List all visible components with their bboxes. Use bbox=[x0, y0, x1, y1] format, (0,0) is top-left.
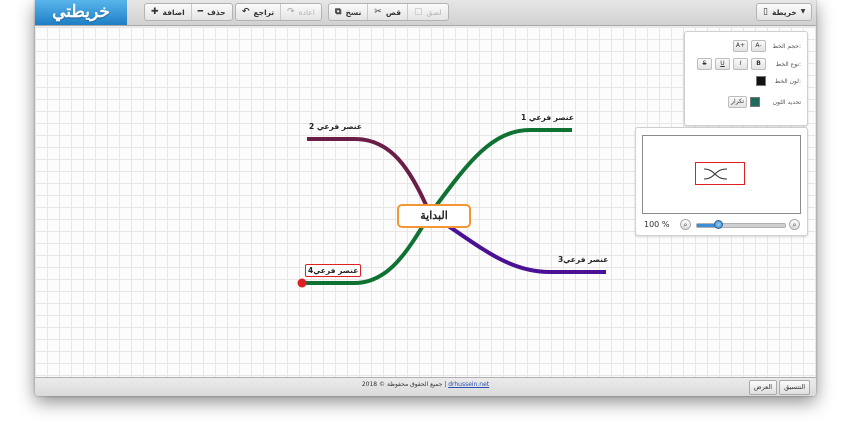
copyright: 2018 © جميع الحقوق محفوظة | drhussein.ne… bbox=[35, 381, 816, 388]
zoom-controls: 100 % ⌕ ⌕ bbox=[644, 219, 800, 231]
app-logo: خريطتي bbox=[35, 0, 127, 25]
edit-group-add-delete: ✚ اضافة ━ حذف bbox=[144, 3, 233, 21]
font-style-row: S U I B نوع الخط: bbox=[697, 58, 801, 70]
app-window: خريطتي ✚ اضافة ━ حذف ↶ تراجع ↷ اعادة ⧉ ن… bbox=[35, 0, 816, 396]
format-panel: A+ A- حجم الخط: S U I B نوع الخط: لون ال… bbox=[684, 31, 808, 126]
redo-icon: ↷ bbox=[287, 6, 295, 17]
branch-node-1[interactable]: عنصر فرعي 1 bbox=[521, 113, 574, 122]
undo-button[interactable]: ↶ تراجع bbox=[236, 4, 282, 20]
font-size-increase-button[interactable]: A+ bbox=[732, 40, 748, 52]
site-link[interactable]: drhussein.net bbox=[448, 381, 489, 388]
branch-node-3[interactable]: عنصر فرعي3 bbox=[558, 255, 608, 264]
copyright-text: 2018 © جميع الحقوق محفوظة | bbox=[361, 381, 447, 388]
delete-button[interactable]: ━ حذف bbox=[192, 4, 232, 20]
navigator-panel: 100 % ⌕ ⌕ bbox=[635, 127, 808, 236]
footer-buttons: العرض التنسيق bbox=[748, 380, 810, 395]
cut-button[interactable]: ✂ قص bbox=[368, 4, 408, 20]
paste-icon: ▢ bbox=[414, 6, 423, 17]
add-button[interactable]: ✚ اضافة bbox=[145, 4, 192, 20]
branch-color-swatch[interactable] bbox=[750, 97, 760, 107]
scissors-icon: ✂ bbox=[374, 6, 382, 17]
color-select-row: تكرار تحديد اللون bbox=[728, 96, 801, 108]
central-topic[interactable]: البداية bbox=[397, 204, 471, 228]
redo-button[interactable]: ↷ اعادة bbox=[281, 4, 321, 20]
copy-button[interactable]: ⧉ نسخ bbox=[329, 4, 369, 20]
view-button[interactable]: العرض bbox=[748, 380, 778, 395]
font-color-swatch[interactable] bbox=[756, 76, 766, 86]
branch-line-2 bbox=[307, 137, 432, 215]
mindmap-canvas[interactable]: البداية عنصر فرعي 1 عنصر فرعي 2 عنصر فرع… bbox=[35, 26, 816, 378]
italic-button[interactable]: I bbox=[733, 58, 748, 70]
toolbar: خريطتي ✚ اضافة ━ حذف ↶ تراجع ↷ اعادة ⧉ ن… bbox=[35, 0, 816, 26]
history-group: ↶ تراجع ↷ اعادة bbox=[235, 3, 322, 21]
strikethrough-button[interactable]: S bbox=[697, 58, 712, 70]
repeat-button[interactable]: تكرار bbox=[728, 96, 747, 108]
branch-node-2[interactable]: عنصر فرعي 2 bbox=[309, 122, 362, 131]
map-menu-inner: ▯ خريطة ▼ bbox=[763, 6, 806, 17]
underline-button[interactable]: U bbox=[715, 58, 730, 70]
font-style-label: نوع الخط: bbox=[775, 60, 801, 68]
chevron-down-icon: ▼ bbox=[800, 8, 806, 15]
clipboard-group: ⧉ نسخ ✂ قص ▢ لصق bbox=[328, 3, 449, 21]
navigator-preview[interactable] bbox=[642, 135, 801, 214]
drag-handle[interactable] bbox=[297, 278, 307, 288]
font-color-label: لون الخط: bbox=[774, 77, 801, 85]
zoom-slider[interactable] bbox=[696, 220, 786, 229]
undo-icon: ↶ bbox=[242, 6, 250, 17]
plus-icon: ✚ bbox=[151, 6, 159, 17]
branch-line-1 bbox=[428, 128, 572, 216]
font-size-label: حجم الخط: bbox=[772, 42, 801, 50]
bold-button[interactable]: B bbox=[751, 58, 766, 70]
layout-button[interactable]: التنسيق bbox=[779, 380, 810, 395]
font-color-row: لون الخط: bbox=[756, 76, 801, 86]
viewport-rectangle[interactable] bbox=[695, 162, 745, 185]
zoom-out-icon[interactable]: ⌕ bbox=[680, 219, 691, 230]
zoom-slider-thumb[interactable] bbox=[714, 220, 723, 229]
font-size-row: A+ A- حجم الخط: bbox=[732, 40, 801, 52]
zoom-level-text: 100 % bbox=[644, 220, 670, 229]
footer: 2018 © جميع الحقوق محفوظة | drhussein.ne… bbox=[35, 377, 816, 396]
paste-button[interactable]: ▢ لصق bbox=[408, 4, 448, 20]
zoom-in-icon[interactable]: ⌕ bbox=[789, 219, 800, 230]
map-menu-button[interactable]: ▯ خريطة ▼ bbox=[756, 3, 813, 21]
font-size-decrease-button[interactable]: A- bbox=[751, 40, 766, 52]
minus-icon: ━ bbox=[197, 6, 204, 17]
color-select-label: تحديد اللون bbox=[772, 98, 801, 106]
document-icon: ▯ bbox=[763, 6, 768, 17]
copy-icon: ⧉ bbox=[335, 6, 342, 17]
branch-node-4[interactable]: عنصر فرعي4 bbox=[305, 264, 362, 277]
